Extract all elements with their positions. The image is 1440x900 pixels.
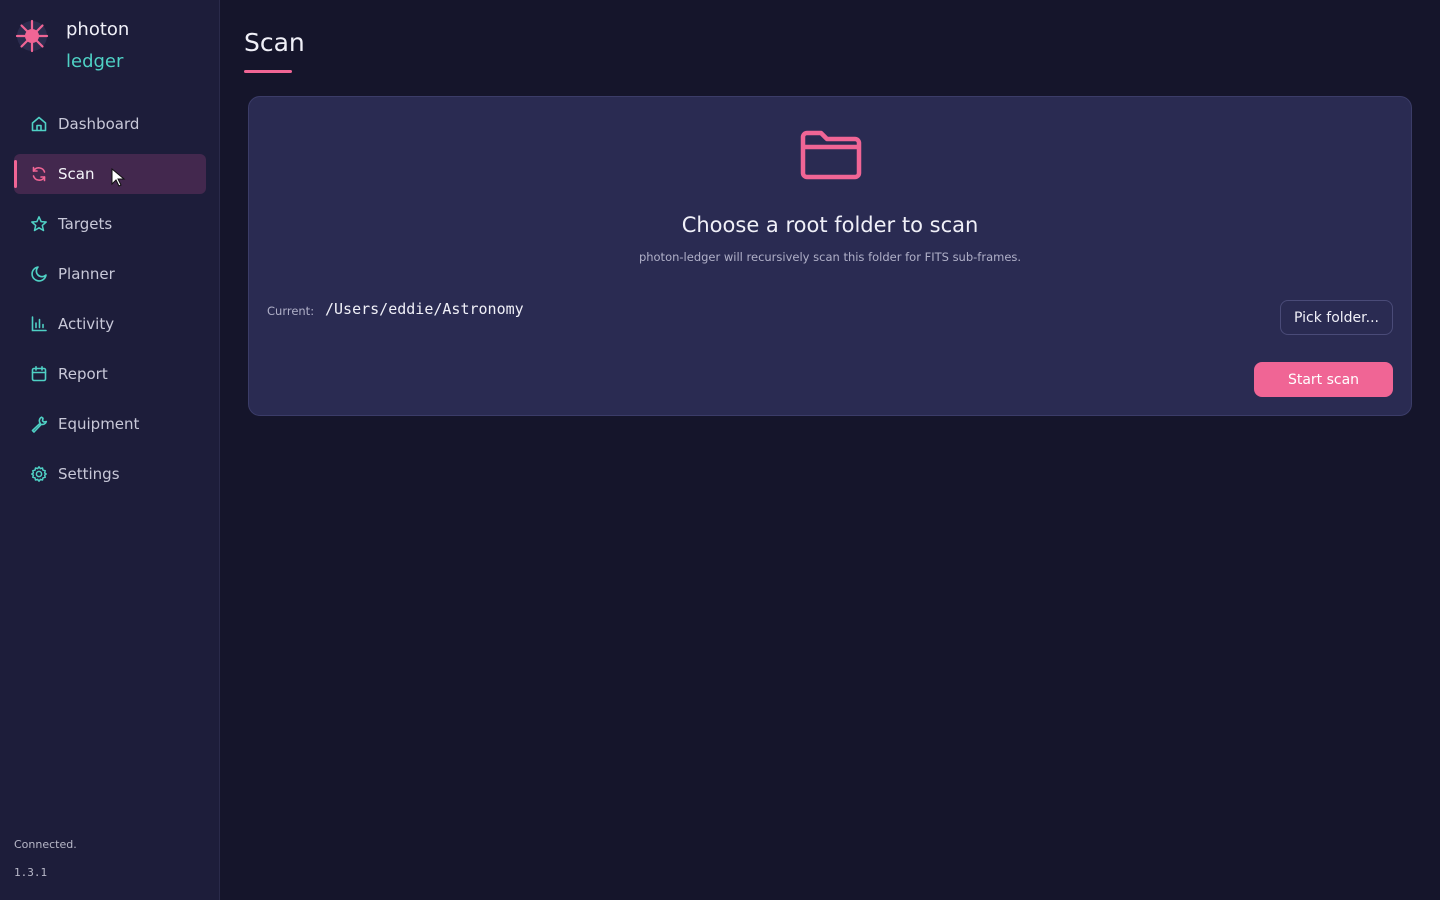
star-icon [30,215,48,233]
folder-icon [800,130,862,180]
sidebar-item-label: Activity [58,315,115,333]
sidebar-item-dashboard[interactable]: Dashboard [14,104,206,144]
connection-status: Connected. [14,838,77,851]
brand-name: photon [66,19,130,40]
start-scan-button[interactable]: Start scan [1254,362,1393,397]
sidebar-item-label: Settings [58,465,120,483]
sidebar-item-scan[interactable]: Scan [14,154,206,194]
sidebar-item-settings[interactable]: Settings [14,454,206,494]
sidebar-item-label: Dashboard [58,115,140,133]
card-subtitle: photon-ledger will recursively scan this… [638,250,1022,264]
sidebar: photon ledger Dashboard Scan Targets Pla… [0,0,220,900]
card-title: Choose a root folder to scan [681,213,979,237]
sidebar-item-equipment[interactable]: Equipment [14,404,206,444]
brand-subname: ledger [66,51,124,72]
star-burst-icon [15,19,49,53]
refresh-icon [30,165,48,183]
sidebar-item-activity[interactable]: Activity [14,304,206,344]
sidebar-nav: Dashboard Scan Targets Planner Activity … [14,104,206,504]
sidebar-item-label: Targets [58,215,113,233]
pick-folder-button[interactable]: Pick folder... [1280,300,1393,335]
sidebar-item-targets[interactable]: Targets [14,204,206,244]
moon-icon [30,265,48,283]
wrench-icon [30,415,48,433]
sidebar-item-label: Report [58,365,108,383]
title-underline [244,70,292,73]
bar-chart-icon [30,315,48,333]
gear-icon [30,465,48,483]
current-path: /Users/eddie/Astronomy [325,300,524,318]
sidebar-item-planner[interactable]: Planner [14,254,206,294]
mouse-cursor-icon [111,168,126,187]
page-title: Scan [244,28,305,57]
sidebar-item-label: Planner [58,265,115,283]
home-icon [30,115,48,133]
brand: photon ledger [14,16,129,80]
sidebar-item-label: Equipment [58,415,140,433]
scan-card: Choose a root folder to scan photon-ledg… [248,96,1412,416]
app-version: 1.3.1 [14,866,48,879]
calendar-icon [30,365,48,383]
sidebar-item-label: Scan [58,165,95,183]
current-label: Current: [267,304,315,318]
sidebar-item-report[interactable]: Report [14,354,206,394]
